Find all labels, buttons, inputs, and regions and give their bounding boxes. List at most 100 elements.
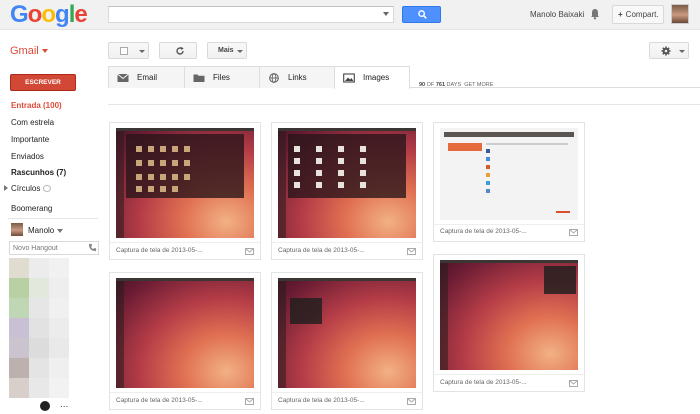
gmail-label: Gmail — [10, 45, 39, 57]
thumbnail-topbar — [278, 128, 416, 131]
image-card[interactable]: Captura de tela de 2013-05-... — [433, 122, 585, 242]
thumbnail-launcher — [278, 131, 286, 238]
get-more-link[interactable]: GET MORE — [464, 82, 493, 88]
thumbnail-context-menu — [290, 298, 322, 324]
chevron-down-icon — [679, 50, 685, 53]
thumbnail-topbar — [440, 260, 578, 263]
screenshot-thumbnail[interactable] — [440, 128, 578, 220]
image-caption[interactable]: Captura de tela de 2013-05-... — [278, 247, 365, 254]
image-caption[interactable]: Captura de tela de 2013-05-... — [440, 379, 527, 386]
sidebar-item-important[interactable]: Importante — [11, 135, 49, 144]
image-card[interactable]: Captura de tela de 2013-05-... — [271, 122, 423, 260]
image-caption[interactable]: Captura de tela de 2013-05-... — [116, 247, 203, 254]
sidebar-item-boomerang[interactable]: Boomerang — [11, 204, 52, 213]
contact-name-blurred[interactable] — [49, 258, 69, 278]
envelope-icon[interactable] — [245, 248, 254, 255]
avatar[interactable] — [671, 4, 689, 24]
image-card[interactable]: Captura de tela de 2013-05-... — [109, 272, 261, 410]
tab-images[interactable]: Images — [334, 66, 410, 89]
refresh-button[interactable] — [159, 42, 197, 59]
screenshot-thumbnail[interactable] — [116, 128, 254, 238]
contact-name-blurred[interactable] — [29, 318, 49, 338]
select-checkbox[interactable] — [120, 47, 128, 55]
share-label: Compart. — [625, 10, 659, 19]
new-hangout-input[interactable] — [9, 241, 99, 255]
chevron-down-icon — [139, 50, 145, 53]
tab-links[interactable]: Links — [259, 66, 335, 88]
contact-name-blurred[interactable] — [49, 338, 69, 358]
image-card[interactable]: Captura de tela de 2013-05-... — [109, 122, 261, 260]
envelope-icon[interactable] — [569, 380, 578, 387]
image-caption[interactable]: Captura de tela de 2013-05-... — [440, 228, 527, 235]
contact-name-blurred[interactable] — [29, 338, 49, 358]
envelope-icon — [117, 73, 129, 82]
search-options-chevron-icon[interactable] — [383, 12, 389, 16]
sidebar-item-sent[interactable]: Enviados — [11, 152, 44, 161]
select-dropdown[interactable] — [108, 42, 149, 59]
contact-avatar[interactable] — [9, 318, 29, 338]
contact-name-blurred[interactable] — [29, 258, 49, 278]
contact-avatar[interactable] — [9, 358, 29, 378]
sidebar-item-circles[interactable]: Círculos — [11, 184, 40, 193]
more-actions-button[interactable]: Mais — [207, 42, 247, 59]
expand-triangle-icon[interactable] — [4, 185, 8, 191]
of-label: OF — [426, 82, 435, 88]
screenshot-thumbnail[interactable] — [278, 128, 416, 238]
contact-name-blurred[interactable] — [49, 318, 69, 338]
contact-avatar[interactable] — [9, 258, 29, 278]
envelope-icon[interactable] — [407, 398, 416, 405]
bell-icon[interactable] — [590, 8, 600, 20]
image-icon — [343, 73, 355, 83]
google-logo[interactable]: Google — [10, 2, 88, 28]
refresh-icon — [176, 46, 184, 55]
search-button[interactable] — [402, 6, 441, 23]
search-icon — [418, 10, 427, 19]
contact-name-blurred[interactable] — [49, 278, 69, 298]
settings-button[interactable] — [649, 42, 689, 59]
card-divider — [272, 242, 422, 243]
speech-bubble-icon[interactable] — [40, 401, 50, 411]
contact-name-blurred[interactable] — [29, 278, 49, 298]
contact-avatar[interactable] — [9, 278, 29, 298]
sidebar-item-drafts[interactable]: Rascunhos (7) — [11, 168, 66, 177]
contact-name-blurred[interactable] — [29, 298, 49, 318]
thumbnail-topbar — [116, 128, 254, 131]
contact-avatar[interactable] — [9, 338, 29, 358]
chat-avatar[interactable] — [11, 223, 23, 236]
chevron-down-icon — [41, 49, 48, 54]
phone-icon[interactable] — [88, 243, 97, 252]
sidebar-item-inbox[interactable]: Entrada (100) — [11, 101, 62, 110]
gmail-menu[interactable]: Gmail — [10, 45, 48, 57]
user-name[interactable]: Manolo Baixaki — [530, 10, 584, 19]
envelope-icon[interactable] — [245, 398, 254, 405]
circles-icon — [43, 185, 51, 192]
chevron-down-icon[interactable] — [57, 229, 63, 233]
screenshot-thumbnail[interactable] — [440, 260, 578, 370]
screenshot-thumbnail[interactable] — [278, 278, 416, 388]
contact-name-blurred[interactable] — [49, 358, 69, 378]
card-divider — [272, 392, 422, 393]
image-card[interactable]: Captura de tela de 2013-05-... — [271, 272, 423, 410]
tab-files[interactable]: Files — [184, 66, 260, 88]
image-caption[interactable]: Captura de tela de 2013-05-... — [116, 397, 203, 404]
contact-name-blurred[interactable] — [29, 358, 49, 378]
thumbnail-topbar — [116, 278, 254, 281]
image-card[interactable]: Captura de tela de 2013-05-... — [433, 254, 585, 392]
chat-user-name[interactable]: Manolo — [28, 226, 54, 235]
sidebar-item-starred[interactable]: Com estrela — [11, 118, 54, 127]
contact-name-blurred[interactable] — [49, 378, 69, 398]
share-button[interactable]: + Compart. — [612, 5, 664, 24]
contact-avatar[interactable] — [9, 378, 29, 398]
envelope-icon[interactable] — [407, 248, 416, 255]
image-caption[interactable]: Captura de tela de 2013-05-... — [278, 397, 365, 404]
contact-name-blurred[interactable] — [49, 298, 69, 318]
card-divider — [110, 392, 260, 393]
screenshot-thumbnail[interactable] — [116, 278, 254, 388]
compose-button[interactable]: ESCREVER — [10, 74, 76, 91]
search-input[interactable] — [108, 6, 394, 23]
envelope-icon[interactable] — [569, 229, 578, 236]
tab-email[interactable]: Email — [108, 66, 185, 88]
contact-avatar[interactable] — [9, 298, 29, 318]
contact-name-blurred[interactable] — [29, 378, 49, 398]
more-options-button[interactable]: ... — [60, 399, 68, 410]
